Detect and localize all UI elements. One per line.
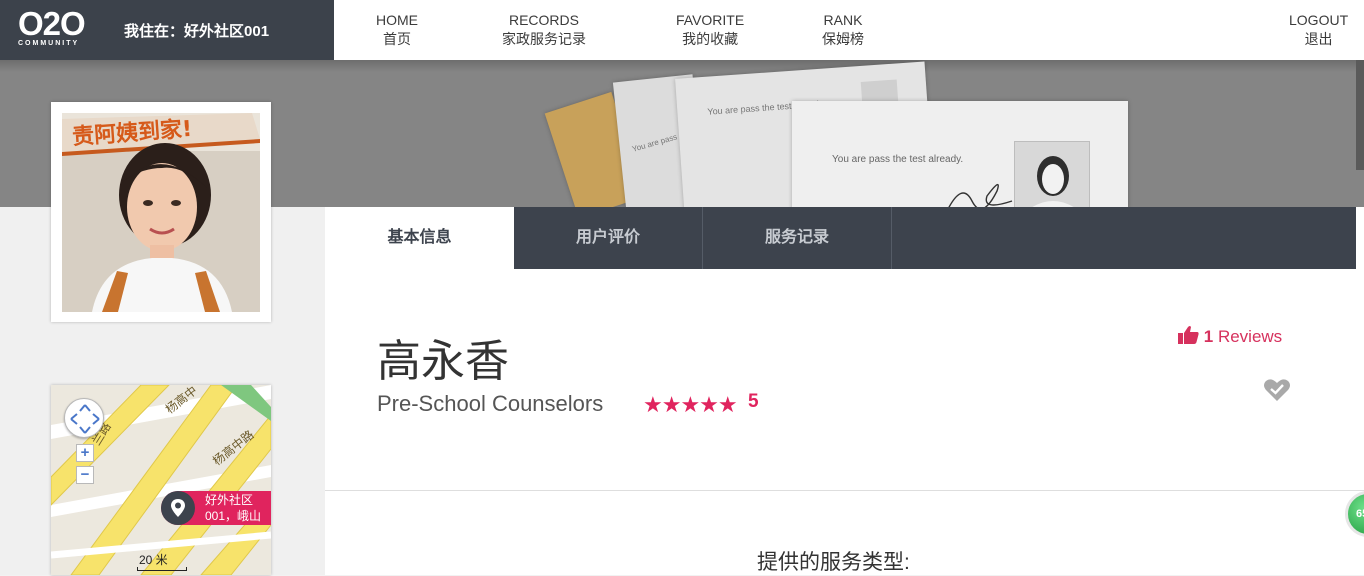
map-pin-badge [161,491,195,525]
location-map[interactable]: 杨高中 杨高中路 兰路 + − 好外社区 001，峨山 20 米 [51,385,271,575]
signature-graphic [948,183,1013,207]
service-types-heading: 提供的服务类型: [757,551,910,574]
nav-records[interactable]: RECORDS 家政服务记录 [502,11,586,49]
heart-check-icon [1264,379,1290,401]
pan-arrows-icon [70,404,100,434]
zoom-in-button[interactable]: + [76,444,94,462]
reviews-label: Reviews [1217,327,1283,346]
nav-home-en: HOME [376,12,418,28]
marker-label: 好外社区 001，峨山 [205,492,261,524]
nav-favorite-en: FAVORITE [676,12,745,28]
nav-logout-en: LOGOUT [1289,12,1349,28]
map-scale: 20 米 [139,553,168,567]
location-value: 好外社区001 [184,23,270,40]
favorite-button[interactable] [1262,375,1292,405]
thumbs-up-icon [1178,326,1199,344]
nav-records-cn: 家政服务记录 [502,31,586,47]
map-pan-control[interactable] [64,398,104,438]
current-community: 我住在：好外社区001 [124,20,269,41]
nav-rank[interactable]: RANK 保姆榜 [822,11,864,49]
nav-favorite-cn: 我的收藏 [682,31,739,47]
map-marker[interactable]: 好外社区 001，峨山 [161,491,271,525]
avatar: 责阿姨到家! [62,113,260,312]
profile-tabs: 基本信息 用户评价 服务记录 [325,207,1356,269]
nanny-role: Pre-School Counselors [377,391,604,416]
nav-logout-cn: 退出 [1304,31,1333,47]
nav-home[interactable]: HOME 首页 [376,11,418,49]
nav-rank-en: RANK [823,12,863,28]
logo-text: O2O [18,5,86,42]
profile-panel: 基本信息 用户评价 服务记录 高永香 Pre-School Counselors… [325,207,1364,575]
person-silhouette-icon [1032,156,1074,207]
reviews-count: 1 [1203,327,1214,346]
marker-line-2: 001，峨山 [205,509,262,523]
location-label: 我住在： [124,23,185,40]
banner-shade [0,60,1364,72]
tab-basic-info[interactable]: 基本信息 [325,207,514,269]
zoom-out-button[interactable]: − [76,466,94,484]
reviews-link[interactable]: 1 Reviews [1177,325,1282,347]
logo-subtitle: COMMUNITY [18,40,80,47]
top-navbar: O2O COMMUNITY 我住在：好外社区001 HOME 首页 RECORD… [0,0,1364,60]
brand-area: O2O COMMUNITY 我住在：好外社区001 [0,0,334,60]
paper-text: You are pass [631,132,679,154]
tab-service-records[interactable]: 服务记录 [703,207,892,269]
certificate-text: You are pass the test already. [832,154,964,165]
tab-user-reviews[interactable]: 用户评价 [514,207,703,269]
location-pin-icon [171,499,185,517]
page-scrollbar[interactable] [1356,60,1364,170]
id-photo [1014,141,1090,207]
nav-records-en: RECORDS [508,12,579,28]
section-divider [325,490,1364,491]
map-scale-bar [137,567,187,571]
star-rating: ★★★★★ [643,392,738,417]
logo[interactable]: O2O COMMUNITY [18,5,86,47]
certificate-graphic: You are pass the test already. [792,101,1128,207]
nav-rank-cn: 保姆榜 [822,31,864,47]
rating-value: 5 [748,391,759,412]
nanny-name: 高永香 [377,336,509,387]
nav-favorite[interactable]: FAVORITE 我的收藏 [676,11,744,49]
marker-line-1: 好外社区 [205,493,254,507]
avatar-card: 责阿姨到家! [51,102,271,322]
nav-home-cn: 首页 [383,31,411,47]
nav-logout[interactable]: LOGOUT 退出 [1289,11,1348,49]
